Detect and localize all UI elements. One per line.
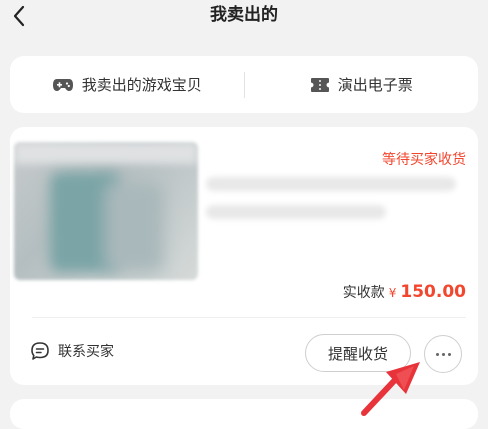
currency-symbol: ¥ [388, 286, 397, 300]
payment-label: 实收款 [342, 285, 385, 301]
payment-amount: 150.00 [400, 282, 466, 302]
contact-buyer-button[interactable]: 联系买家 [30, 341, 114, 361]
order-status: 等待买家收货 [382, 152, 466, 168]
card-divider [32, 317, 466, 318]
tab-e-tickets[interactable]: 演出电子票 [245, 56, 479, 113]
remind-receipt-button[interactable]: 提醒收货 [305, 334, 411, 372]
more-options-button[interactable] [424, 335, 462, 373]
blurred-product-title [206, 177, 456, 191]
tab-game-items[interactable]: 我卖出的游戏宝贝 [10, 56, 244, 113]
blurred-product-detail [206, 205, 386, 219]
tab-game-items-label: 我卖出的游戏宝贝 [81, 76, 202, 94]
tab-e-tickets-label: 演出电子票 [337, 76, 413, 94]
ticket-icon [310, 77, 329, 92]
order-card: 等待买家收货 实收款 ¥ 150.00 联系买家 提醒收货 [10, 127, 478, 385]
next-order-card [10, 399, 478, 429]
payment-summary: 实收款 ¥ 150.00 [343, 282, 466, 302]
contact-buyer-label: 联系买家 [58, 344, 114, 360]
product-thumbnail[interactable] [14, 142, 198, 280]
gamepad-icon [52, 78, 73, 91]
chat-bubble-icon [31, 342, 49, 360]
top-bar: 我卖出的 [0, 0, 488, 36]
category-tabs: 我卖出的游戏宝贝 演出电子票 [10, 56, 478, 113]
page-title: 我卖出的 [210, 5, 278, 25]
more-dots-icon [435, 352, 439, 356]
